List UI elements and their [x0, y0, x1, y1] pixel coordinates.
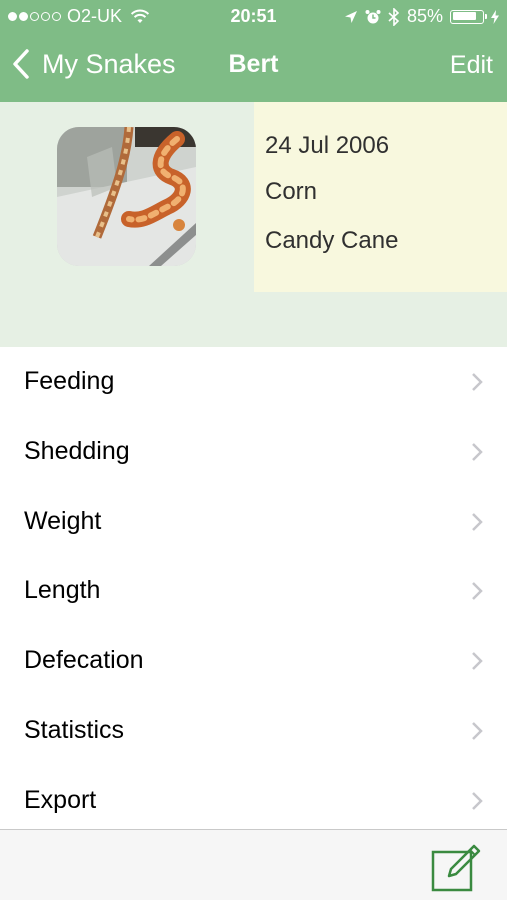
snake-info-panel: 24 Jul 2006 Corn Candy Cane	[254, 102, 507, 292]
menu-item-export[interactable]: Export	[0, 766, 507, 836]
menu-item-length[interactable]: Length	[0, 556, 507, 626]
menu-item-weight[interactable]: Weight	[0, 487, 507, 557]
menu-item-statistics[interactable]: Statistics	[0, 696, 507, 766]
menu-item-label: Weight	[24, 506, 102, 535]
menu-item-label: Shedding	[24, 436, 130, 465]
menu-item-label: Export	[24, 785, 97, 814]
chevron-right-icon	[472, 791, 483, 810]
menu-item-shedding[interactable]: Shedding	[0, 417, 507, 487]
battery-percent: 85%	[406, 6, 443, 26]
snake-menu-list: Feeding Shedding Weight Length Defecatio…	[0, 347, 507, 836]
status-right: 85%	[344, 6, 499, 27]
alarm-clock-icon	[365, 9, 381, 23]
status-bar: O2-UK 20:51 85%	[0, 0, 507, 34]
battery-level	[452, 12, 477, 20]
edit-button[interactable]: Edit	[450, 51, 493, 80]
species-label: Corn	[265, 178, 318, 205]
chevron-right-icon	[472, 442, 483, 461]
menu-item-defecation[interactable]: Defecation	[0, 626, 507, 696]
snake-photo[interactable]	[57, 127, 196, 266]
location-arrow-icon	[344, 10, 357, 23]
menu-item-label: Length	[24, 576, 101, 605]
chevron-right-icon	[472, 722, 483, 740]
bottom-toolbar	[0, 829, 507, 900]
battery-icon	[450, 9, 487, 24]
chevron-right-icon	[472, 373, 483, 391]
compose-icon[interactable]	[431, 840, 483, 892]
menu-item-feeding[interactable]: Feeding	[0, 347, 507, 417]
battery-tip	[484, 13, 487, 19]
morph-label: Candy Cane	[265, 227, 399, 254]
bluetooth-icon	[388, 7, 400, 26]
snake-profile: 24 Jul 2006 Corn Candy Cane	[0, 102, 507, 347]
menu-item-label: Defecation	[24, 646, 144, 675]
chevron-right-icon	[472, 582, 483, 601]
menu-item-label: Statistics	[24, 715, 125, 744]
chevron-right-icon	[472, 512, 483, 531]
menu-item-label: Feeding	[24, 367, 115, 395]
navigation-bar: My Snakes Bert Edit	[0, 34, 507, 102]
chevron-right-icon	[472, 652, 483, 671]
page-title: Bert	[228, 50, 279, 78]
snake-photo-image	[57, 127, 196, 266]
hatch-date: 24 Jul 2006	[265, 132, 390, 159]
charging-bolt-icon	[491, 9, 499, 24]
header: O2-UK 20:51 85% My Snakes Bert Edit	[0, 0, 507, 102]
